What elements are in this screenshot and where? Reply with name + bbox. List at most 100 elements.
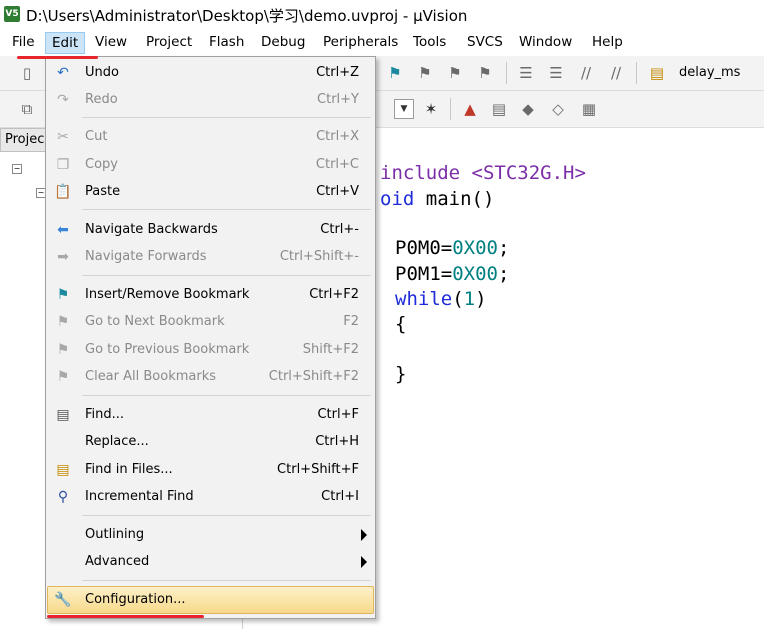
menu-separator — [82, 117, 371, 118]
new-file-icon[interactable]: ▯ — [18, 64, 36, 82]
menu-debug[interactable]: Debug — [258, 34, 308, 50]
menu-separator — [82, 209, 371, 210]
menu-window[interactable]: Window — [516, 34, 575, 50]
target-dropdown-arrow[interactable]: ▼ — [394, 99, 414, 119]
code-line: while(1) — [395, 288, 487, 310]
tree-collapse-toggle[interactable]: − — [12, 164, 22, 174]
menu-item-copy[interactable]: ❐ Copy Ctrl+C — [48, 152, 373, 178]
menu-item-configuration[interactable]: 🔧 Configuration... — [47, 586, 374, 614]
undo-icon: ↶ — [57, 65, 69, 81]
menu-item-find[interactable]: ▤ Find... Ctrl+F — [48, 402, 373, 428]
menu-item-find-in-files[interactable]: ▤ Find in Files... Ctrl+Shift+F — [48, 457, 373, 483]
edit-menu-dropdown: ↶ Undo Ctrl+Z ↷ Redo Ctrl+Y ✂ Cut Ctrl+X… — [45, 56, 376, 619]
menu-file[interactable]: File — [9, 34, 38, 50]
annotation-underline-edit — [17, 56, 98, 59]
menu-item-paste[interactable]: 📋 Paste Ctrl+V — [48, 179, 373, 205]
code-text: ; — [497, 263, 510, 285]
menu-tools[interactable]: Tools — [410, 34, 449, 50]
find-in-files-icon[interactable]: ▤ — [648, 64, 666, 82]
menu-item-label: Outlining — [85, 527, 145, 542]
manage-components-icon[interactable]: ▲ — [461, 100, 479, 118]
forward-arrow-icon: ➡ — [57, 249, 69, 265]
wrench-icon: 🔧 — [54, 592, 72, 608]
menu-bar: File Edit View Project Flash Debug Perip… — [0, 30, 764, 56]
menu-item-next-bookmark[interactable]: ⚑ Go to Next Bookmark F2 — [48, 309, 373, 335]
menu-item-navigate-backwards[interactable]: ⬅ Navigate Backwards Ctrl+- — [48, 217, 373, 243]
code-preprocessor: include — [380, 162, 461, 184]
menu-item-shortcut: Shift+F2 — [302, 342, 359, 357]
menu-item-shortcut: Ctrl+Z — [316, 65, 359, 80]
layout-icon[interactable]: ▦ — [580, 100, 598, 118]
next-bookmark-icon[interactable]: ⚑ — [416, 64, 434, 82]
title-bar: V5 D:\Users\Administrator\Desktop\学习\dem… — [0, 0, 764, 30]
menu-item-label: Find... — [85, 407, 125, 422]
magic-wand-icon[interactable]: ✶ — [422, 100, 440, 118]
code-number: 0X00 — [452, 237, 498, 259]
window-title: D:\Users\Administrator\Desktop\学习\demo.u… — [26, 7, 468, 25]
menu-item-advanced[interactable]: Advanced — [48, 549, 373, 575]
code-line: { — [395, 313, 407, 335]
menu-item-undo[interactable]: ↶ Undo Ctrl+Z — [48, 60, 373, 86]
menu-item-incremental-find[interactable]: ⚲ Incremental Find Ctrl+I — [48, 484, 373, 510]
pack-installer-icon[interactable]: ◇ — [549, 100, 567, 118]
menu-item-outlining[interactable]: Outlining — [48, 522, 373, 548]
back-arrow-icon: ⬅ — [57, 222, 69, 238]
menu-project[interactable]: Project — [143, 34, 195, 50]
menu-item-label: Paste — [85, 184, 121, 199]
menu-item-redo[interactable]: ↷ Redo Ctrl+Y — [48, 87, 373, 113]
submenu-arrow-icon — [361, 556, 367, 568]
menu-separator — [82, 580, 371, 581]
run-time-env-icon[interactable]: ◆ — [519, 100, 537, 118]
menu-item-label: Replace... — [85, 434, 149, 449]
menu-item-shortcut: Ctrl+V — [316, 184, 359, 199]
uncomment-icon[interactable]: // — [607, 64, 625, 82]
clear-bookmarks-icon[interactable]: ⚑ — [476, 64, 494, 82]
code-line: } — [395, 363, 407, 385]
menu-item-shortcut: Ctrl+X — [316, 129, 359, 144]
unindent-icon[interactable]: ☰ — [547, 64, 565, 82]
menu-flash[interactable]: Flash — [206, 34, 247, 50]
submenu-arrow-icon — [361, 529, 367, 541]
redo-icon: ↷ — [57, 92, 69, 108]
menu-item-cut[interactable]: ✂ Cut Ctrl+X — [48, 124, 373, 150]
code-text: ( — [452, 288, 464, 310]
file-extensions-icon[interactable]: ▤ — [490, 100, 508, 118]
code-keyword: while — [395, 288, 453, 310]
clear-bookmarks-icon: ⚑ — [56, 369, 70, 385]
menu-item-previous-bookmark[interactable]: ⚑ Go to Previous Bookmark Shift+F2 — [48, 337, 373, 363]
code-text: ) — [475, 288, 487, 310]
menu-svcs[interactable]: SVCS — [464, 34, 506, 50]
menu-item-label: Clear All Bookmarks — [85, 369, 217, 384]
menu-item-label: Incremental Find — [85, 489, 194, 504]
menu-item-shortcut: Ctrl+Shift+F — [277, 462, 359, 477]
menu-view[interactable]: View — [92, 34, 130, 50]
find-text-combo[interactable]: delay_ms — [679, 65, 740, 80]
menu-item-navigate-forwards[interactable]: ➡ Navigate Forwards Ctrl+Shift+- — [48, 244, 373, 270]
prev-bookmark-icon[interactable]: ⚑ — [446, 64, 464, 82]
menu-item-insert-remove-bookmark[interactable]: ⚑ Insert/Remove Bookmark Ctrl+F2 — [48, 282, 373, 308]
cut-icon: ✂ — [57, 129, 69, 145]
menu-peripherals[interactable]: Peripherals — [320, 34, 401, 50]
menu-item-replace[interactable]: Replace... Ctrl+H — [48, 429, 373, 455]
menu-item-label: Cut — [85, 129, 108, 144]
uvision-app-icon: V5 — [4, 6, 20, 22]
find-icon: ▤ — [56, 407, 70, 423]
menu-item-label: Find in Files... — [85, 462, 173, 477]
menu-item-label: Go to Next Bookmark — [85, 314, 225, 329]
code-number: 1 — [463, 288, 476, 310]
menu-item-label: Copy — [85, 157, 118, 172]
translate-icon[interactable]: ⧉ — [18, 100, 36, 118]
menu-help[interactable]: Help — [589, 34, 626, 50]
prev-bookmark-icon: ⚑ — [56, 342, 70, 358]
menu-item-shortcut: Ctrl+Shift+F2 — [268, 369, 359, 384]
menu-item-shortcut: Ctrl+Shift+- — [279, 249, 359, 264]
paste-icon: 📋 — [54, 184, 72, 200]
indent-icon[interactable]: ☰ — [517, 64, 535, 82]
menu-item-clear-bookmarks[interactable]: ⚑ Clear All Bookmarks Ctrl+Shift+F2 — [48, 364, 373, 390]
menu-edit[interactable]: Edit — [45, 32, 86, 54]
code-editor[interactable]: include <STC32G.H> oid main() P0M0=0X00;… — [374, 128, 764, 629]
comment-icon[interactable]: // — [577, 64, 595, 82]
bookmark-toggle-icon[interactable]: ⚑ — [386, 64, 404, 82]
menu-item-shortcut: Ctrl+Y — [317, 92, 359, 107]
toolbar-separator — [636, 62, 637, 84]
